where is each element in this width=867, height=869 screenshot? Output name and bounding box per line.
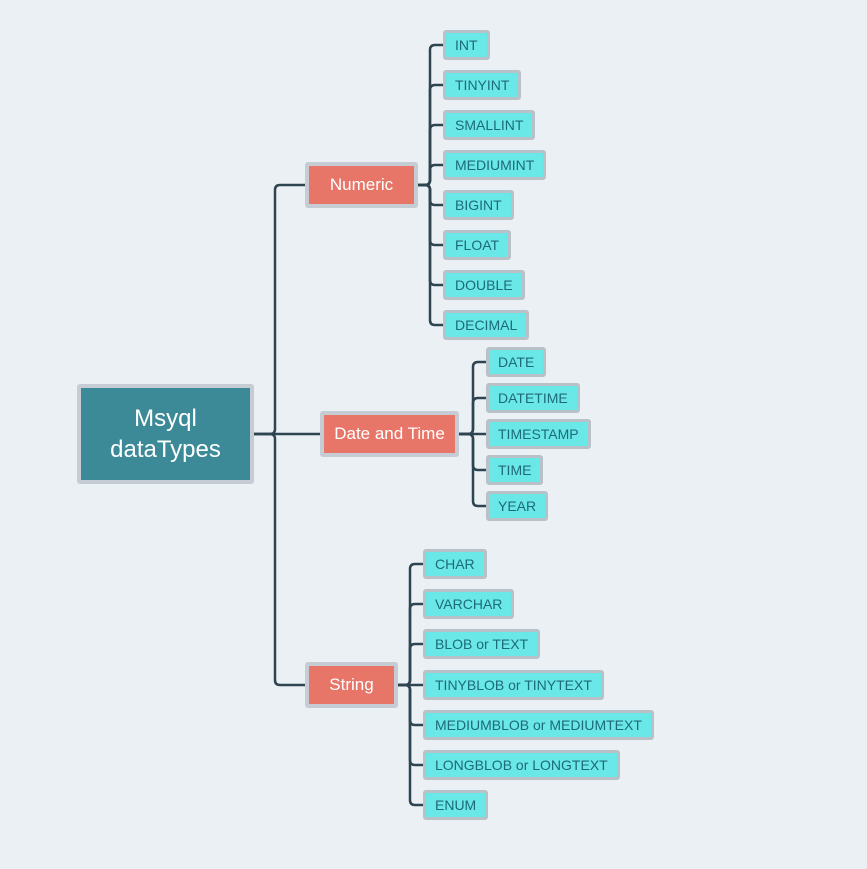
category-datetime[interactable]: Date and Time [320, 411, 459, 457]
leaf-label: MEDIUMINT [455, 157, 534, 173]
leaf-label: YEAR [498, 498, 536, 514]
leaf-tinyblob-tinytext[interactable]: TINYBLOB or TINYTEXT [423, 670, 604, 700]
leaf-label: DATE [498, 354, 534, 370]
leaf-float[interactable]: FLOAT [443, 230, 511, 260]
leaf-mediumblob-mediumtext[interactable]: MEDIUMBLOB or MEDIUMTEXT [423, 710, 654, 740]
leaf-smallint[interactable]: SMALLINT [443, 110, 535, 140]
leaf-mediumint[interactable]: MEDIUMINT [443, 150, 546, 180]
leaf-label: ENUM [435, 797, 476, 813]
leaf-label: LONGBLOB or LONGTEXT [435, 757, 608, 773]
leaf-time[interactable]: TIME [486, 455, 543, 485]
leaf-blob-text[interactable]: BLOB or TEXT [423, 629, 540, 659]
category-numeric[interactable]: Numeric [305, 162, 418, 208]
leaf-enum[interactable]: ENUM [423, 790, 488, 820]
root-node[interactable]: Msyql dataTypes [77, 384, 254, 484]
leaf-char[interactable]: CHAR [423, 549, 487, 579]
leaf-date[interactable]: DATE [486, 347, 546, 377]
leaf-label: INT [455, 37, 478, 53]
leaf-label: DECIMAL [455, 317, 517, 333]
leaf-label: TINYBLOB or TINYTEXT [435, 677, 592, 693]
leaf-double[interactable]: DOUBLE [443, 270, 525, 300]
leaf-bigint[interactable]: BIGINT [443, 190, 514, 220]
leaf-tinyint[interactable]: TINYINT [443, 70, 521, 100]
leaf-longblob-longtext[interactable]: LONGBLOB or LONGTEXT [423, 750, 620, 780]
leaf-varchar[interactable]: VARCHAR [423, 589, 514, 619]
leaf-label: CHAR [435, 556, 475, 572]
leaf-label: TIMESTAMP [498, 426, 579, 442]
leaf-label: SMALLINT [455, 117, 523, 133]
leaf-int[interactable]: INT [443, 30, 490, 60]
category-label: Date and Time [334, 424, 445, 444]
leaf-timestamp[interactable]: TIMESTAMP [486, 419, 591, 449]
leaf-decimal[interactable]: DECIMAL [443, 310, 529, 340]
leaf-label: TINYINT [455, 77, 509, 93]
leaf-datetime[interactable]: DATETIME [486, 383, 580, 413]
leaf-label: MEDIUMBLOB or MEDIUMTEXT [435, 717, 642, 733]
leaf-label: BIGINT [455, 197, 502, 213]
leaf-label: TIME [498, 462, 531, 478]
category-string[interactable]: String [305, 662, 398, 708]
leaf-year[interactable]: YEAR [486, 491, 548, 521]
leaf-label: VARCHAR [435, 596, 502, 612]
leaf-label: DATETIME [498, 390, 568, 406]
leaf-label: FLOAT [455, 237, 499, 253]
leaf-label: DOUBLE [455, 277, 513, 293]
category-label: String [329, 675, 373, 695]
category-label: Numeric [330, 175, 393, 195]
root-label: Msyql dataTypes [91, 403, 240, 465]
leaf-label: BLOB or TEXT [435, 636, 528, 652]
